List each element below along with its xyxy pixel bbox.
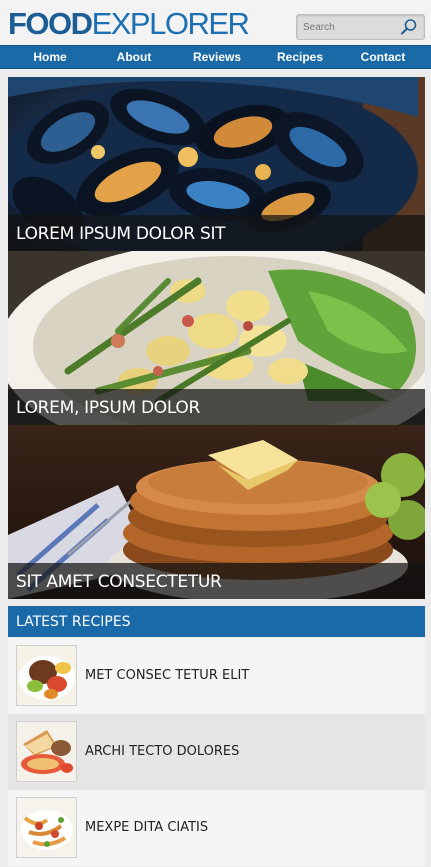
nav-home[interactable]: Home bbox=[30, 46, 70, 68]
nav-about[interactable]: About bbox=[113, 46, 155, 68]
logo-part-explorer: EXPLORER bbox=[91, 6, 250, 41]
recipe-item[interactable]: ARCHI TECTO DOLORES bbox=[8, 714, 425, 790]
search-input[interactable] bbox=[303, 19, 399, 36]
recipe-thumbnail[interactable] bbox=[16, 645, 77, 706]
feature-caption[interactable]: SIT AMET CONSECTETUR bbox=[16, 572, 222, 592]
logo-part-food: FOOD bbox=[8, 6, 93, 41]
search-icon[interactable] bbox=[400, 18, 418, 36]
site-header: FOODEXPLORER bbox=[0, 0, 431, 45]
feature-caption[interactable]: LOREM IPSUM DOLOR SIT bbox=[16, 224, 226, 244]
feature-card[interactable]: LOREM IPSUM DOLOR SIT bbox=[8, 77, 425, 251]
recipe-thumbnail[interactable] bbox=[16, 797, 77, 858]
recipe-item[interactable]: MET CONSEC TETUR ELIT bbox=[8, 638, 425, 714]
recipe-title[interactable]: MEXPE DITA CIATIS bbox=[85, 820, 208, 835]
nav-reviews[interactable]: Reviews bbox=[193, 46, 241, 68]
feature-card[interactable]: SIT AMET CONSECTETUR bbox=[8, 425, 425, 599]
search-box bbox=[296, 14, 425, 40]
recipe-title[interactable]: ARCHI TECTO DOLORES bbox=[85, 744, 239, 759]
feature-card[interactable]: LOREM, IPSUM DOLOR bbox=[8, 251, 425, 425]
main-nav: Home About Reviews Recipes Contact bbox=[0, 45, 431, 69]
recipe-item[interactable]: MEXPE DITA CIATIS bbox=[8, 790, 425, 866]
feature-caption[interactable]: LOREM, IPSUM DOLOR bbox=[16, 398, 200, 418]
latest-recipes-heading: LATEST RECIPES bbox=[16, 614, 131, 630]
recipe-thumbnail[interactable] bbox=[16, 721, 77, 782]
latest-recipes-header: LATEST RECIPES bbox=[8, 606, 425, 637]
recipe-title[interactable]: MET CONSEC TETUR ELIT bbox=[85, 668, 249, 683]
site-logo[interactable]: FOODEXPLORER bbox=[8, 6, 250, 42]
nav-recipes[interactable]: Recipes bbox=[276, 46, 324, 68]
nav-contact[interactable]: Contact bbox=[359, 46, 407, 68]
